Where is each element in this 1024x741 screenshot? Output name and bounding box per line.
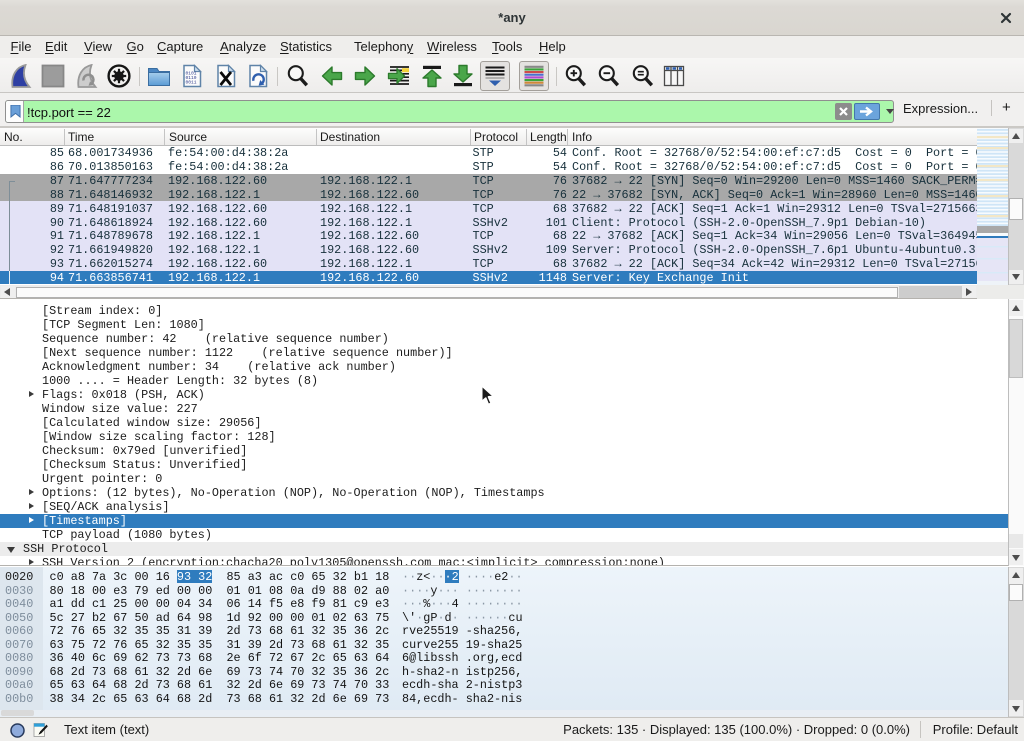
- svg-text:0011: 0011: [185, 80, 196, 86]
